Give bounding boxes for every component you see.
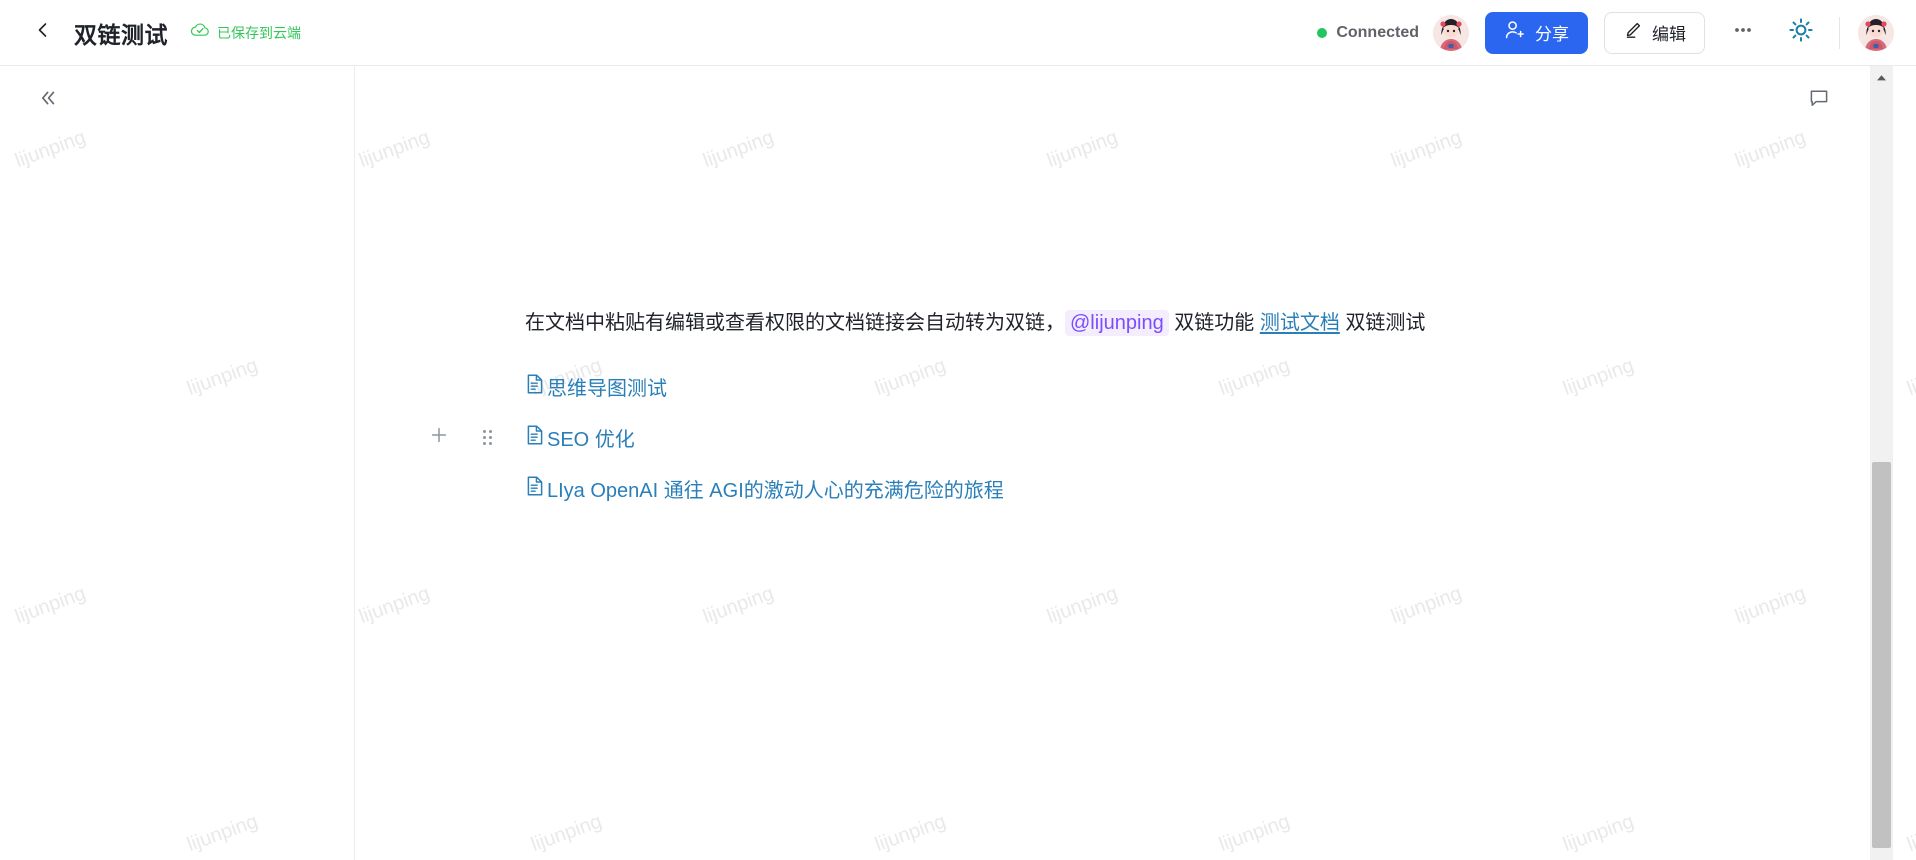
document-body[interactable]: 在文档中粘贴有编辑或查看权限的文档链接会自动转为双链， @lijunping 双链… (356, 66, 1893, 860)
back-button[interactable] (26, 16, 60, 50)
comment-bubble-icon (1808, 87, 1830, 114)
file-doc-icon (525, 475, 545, 502)
double-chevron-left-icon (37, 87, 59, 114)
save-status-label: 已保存到云端 (217, 24, 301, 41)
block-hover-toolbar (426, 420, 500, 454)
document-content-area: 在文档中粘贴有编辑或查看权限的文档链接会自动转为双链， @lijunping 双链… (356, 66, 1893, 860)
file-doc-icon (525, 424, 545, 451)
connection-status-label: Connected (1336, 23, 1419, 41)
account-avatar[interactable] (1858, 14, 1894, 51)
vertical-scrollbar[interactable] (1870, 66, 1893, 860)
sidebar-collapse-button[interactable] (30, 82, 66, 118)
paragraph-text-part3: 双链测试 (1345, 312, 1426, 334)
scroll-up-button[interactable] (1870, 69, 1893, 87)
save-status: 已保存到云端 (190, 22, 301, 43)
theme-toggle-button[interactable] (1781, 13, 1821, 53)
edit-button-label: 编辑 (1652, 25, 1686, 44)
collaborator-avatar[interactable] (1433, 14, 1469, 51)
more-options-button[interactable] (1723, 13, 1763, 53)
doc-link-label[interactable]: LIya OpenAI 通往 AGI的激动人心的充满危险的旅程 (547, 474, 1004, 503)
scrollbar-thumb[interactable] (1872, 462, 1891, 848)
paragraph-text-part2: 双链功能 (1174, 312, 1255, 334)
chevron-left-icon (33, 20, 53, 45)
comment-button[interactable] (1800, 81, 1838, 119)
paragraph-text-part1: 在文档中粘贴有编辑或查看权限的文档链接会自动转为双链， (525, 312, 1065, 334)
connection-status: Connected (1317, 24, 1419, 42)
inline-doc-link[interactable]: 测试文档 (1260, 312, 1340, 334)
plus-icon (430, 426, 448, 449)
caret-up-icon (1876, 69, 1887, 87)
file-doc-icon (525, 373, 545, 400)
doc-link-row[interactable]: LIya OpenAI 通往 AGI的激动人心的充满危险的旅程 (525, 471, 1004, 505)
status-dot-icon (1317, 27, 1328, 38)
add-person-icon (1504, 19, 1526, 46)
app-header: 双链测试 已保存到云端 Connected 分享 编辑 (0, 0, 1916, 66)
drag-handle-icon (482, 429, 492, 445)
pencil-icon (1623, 20, 1643, 45)
doc-link-row[interactable]: SEO 优化 (525, 420, 635, 454)
document-paragraph[interactable]: 在文档中粘贴有编辑或查看权限的文档链接会自动转为双链， @lijunping 双链… (525, 308, 1425, 338)
edit-button[interactable]: 编辑 (1604, 11, 1705, 54)
share-button[interactable]: 分享 (1485, 11, 1588, 54)
drag-handle-button[interactable] (474, 424, 500, 450)
header-divider (1839, 16, 1840, 49)
workspace: 在文档中粘贴有编辑或查看权限的文档链接会自动转为双链， @lijunping 双链… (0, 66, 1916, 860)
mention-chip[interactable]: @lijunping (1065, 310, 1169, 336)
more-horizontal-icon (1732, 19, 1754, 46)
page-title: 双链测试 (74, 21, 168, 48)
cloud-check-icon (190, 22, 210, 43)
brightness-sun-icon (1788, 17, 1814, 48)
add-block-button[interactable] (426, 424, 452, 450)
doc-link-row[interactable]: 思维导图测试 (525, 369, 667, 403)
doc-link-label[interactable]: 思维导图测试 (547, 372, 667, 401)
share-button-label: 分享 (1535, 25, 1569, 44)
sidebar (0, 66, 355, 860)
doc-link-label[interactable]: SEO 优化 (547, 423, 635, 452)
